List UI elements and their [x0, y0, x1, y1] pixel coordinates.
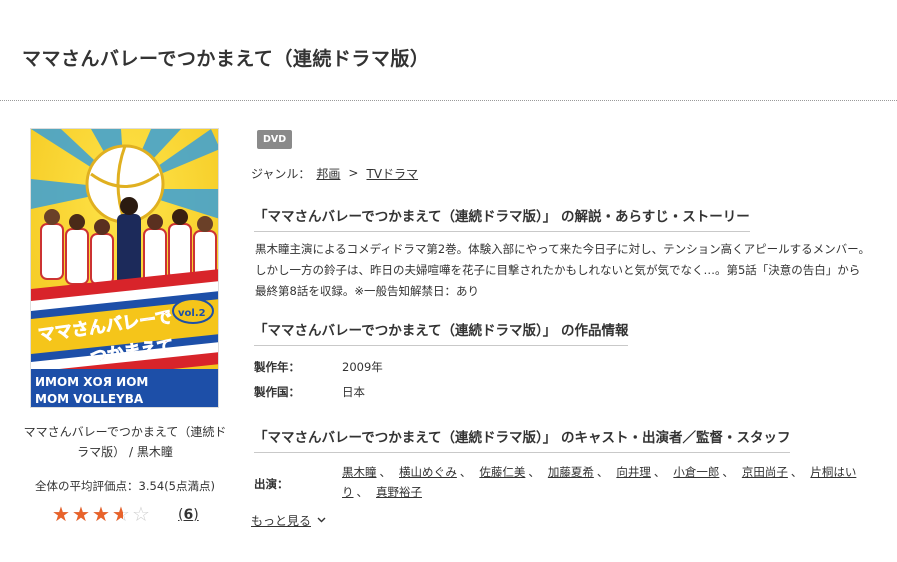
cast-separator: 、 [356, 485, 369, 499]
info-value: 2009年 [342, 360, 383, 374]
star-fill: ★ [52, 504, 70, 524]
star-icon: ☆★ [72, 504, 92, 524]
cast-heading: 「ママさんバレーでつかまえて（連続ドラマ版）」 のキャスト・出演者／監督・スタッ… [254, 426, 791, 453]
cast-separator: 、 [528, 465, 540, 479]
cover-caption[interactable]: ママさんバレーでつかまえて（連続ドラマ版） / 黒木瞳 [22, 422, 228, 462]
show-more-link[interactable]: もっと見る [251, 512, 326, 529]
synopsis-heading: 「ママさんバレーでつかまえて（連続ドラマ版）」 の解説・あらすじ・ストーリー [254, 205, 750, 232]
cast-separator: 、 [653, 465, 666, 479]
info-label: 製作年： [254, 360, 300, 374]
title-divider [0, 100, 897, 101]
cast-separator: 、 [459, 465, 472, 479]
cast-separator: 、 [790, 465, 803, 479]
cast-list: 黒木瞳、横山めぐみ、佐藤仁美、加藤夏希、向井理、小倉一郎、京田尚子、片桐はいり、… [342, 462, 882, 502]
cover-bottom-line1: ИМОМ ХОЯ ИОМ [35, 375, 148, 389]
star-fill: ★ [92, 504, 110, 524]
breadcrumb-separator: > [348, 166, 359, 180]
page-title: ママさんバレーでつかまえて（連続ドラマ版） [22, 48, 430, 70]
info-row-year: 製作年： 2009年 [254, 359, 383, 375]
cover-vol-badge: vol.2 [178, 308, 206, 319]
cover-image[interactable]: ママさんバレーで つかまえて vol.2 ИМОМ ХОЯ ИОМ MOM VO… [30, 128, 219, 408]
breadcrumb-link-tv-drama[interactable]: TVドラマ [366, 165, 418, 182]
star-fill: ★ [72, 504, 90, 524]
review-count[interactable]: 6 [183, 507, 193, 523]
cast-link[interactable]: 向井理 [616, 465, 651, 479]
cast-link[interactable]: 加藤夏希 [548, 465, 594, 479]
star-icon: ☆★ [132, 502, 150, 526]
info-heading: 「ママさんバレーでつかまえて（連続ドラマ版）」 の作品情報 [254, 319, 629, 346]
cast-separator: 、 [596, 465, 609, 479]
genre-label: ジャンル： [251, 166, 311, 181]
cast-link[interactable]: 真野裕子 [376, 485, 422, 499]
format-badge: DVD [257, 130, 293, 149]
average-rating-text: 全体の平均評価点：3.54(5点満点) [35, 479, 215, 493]
rating-stars: ☆★ ☆★ ☆★ ☆★ ☆★ [52, 504, 152, 526]
cast-link[interactable]: 京田尚子 [742, 465, 788, 479]
review-count-paren-close: ) [193, 507, 199, 523]
star-fill: ★ [112, 504, 123, 524]
star-icon: ☆★ [92, 504, 112, 524]
star-icon: ☆★ [112, 502, 130, 526]
star-icon: ☆★ [52, 504, 72, 524]
show-more-label: もっと見る [251, 514, 312, 528]
cast-link[interactable]: 黒木瞳 [342, 465, 377, 479]
cast-separator: 、 [722, 465, 734, 479]
review-count-link[interactable]: (6) [178, 507, 199, 523]
cover-bottom-line2: MOM VOLLEYBA [35, 392, 144, 406]
chevron-down-icon [317, 515, 326, 526]
cast-separator: 、 [379, 465, 392, 479]
synopsis-text: 黒木瞳主演によるコメディドラマ第2巻。体験入部にやって来た今日子に対し、テンショ… [255, 242, 870, 298]
info-value: 日本 [342, 385, 365, 399]
cast-link[interactable]: 小倉一郎 [673, 465, 719, 479]
info-row-country: 製作国： 日本 [254, 384, 365, 400]
cast-link[interactable]: 横山めぐみ [399, 465, 457, 479]
breadcrumb-link-houga[interactable]: 邦画 [316, 165, 340, 182]
cast-link[interactable]: 佐藤仁美 [479, 465, 525, 479]
cast-label: 出演： [254, 477, 289, 491]
info-label: 製作国： [254, 385, 300, 399]
genre-breadcrumb: ジャンル： 邦画 > TVドラマ [251, 163, 424, 183]
